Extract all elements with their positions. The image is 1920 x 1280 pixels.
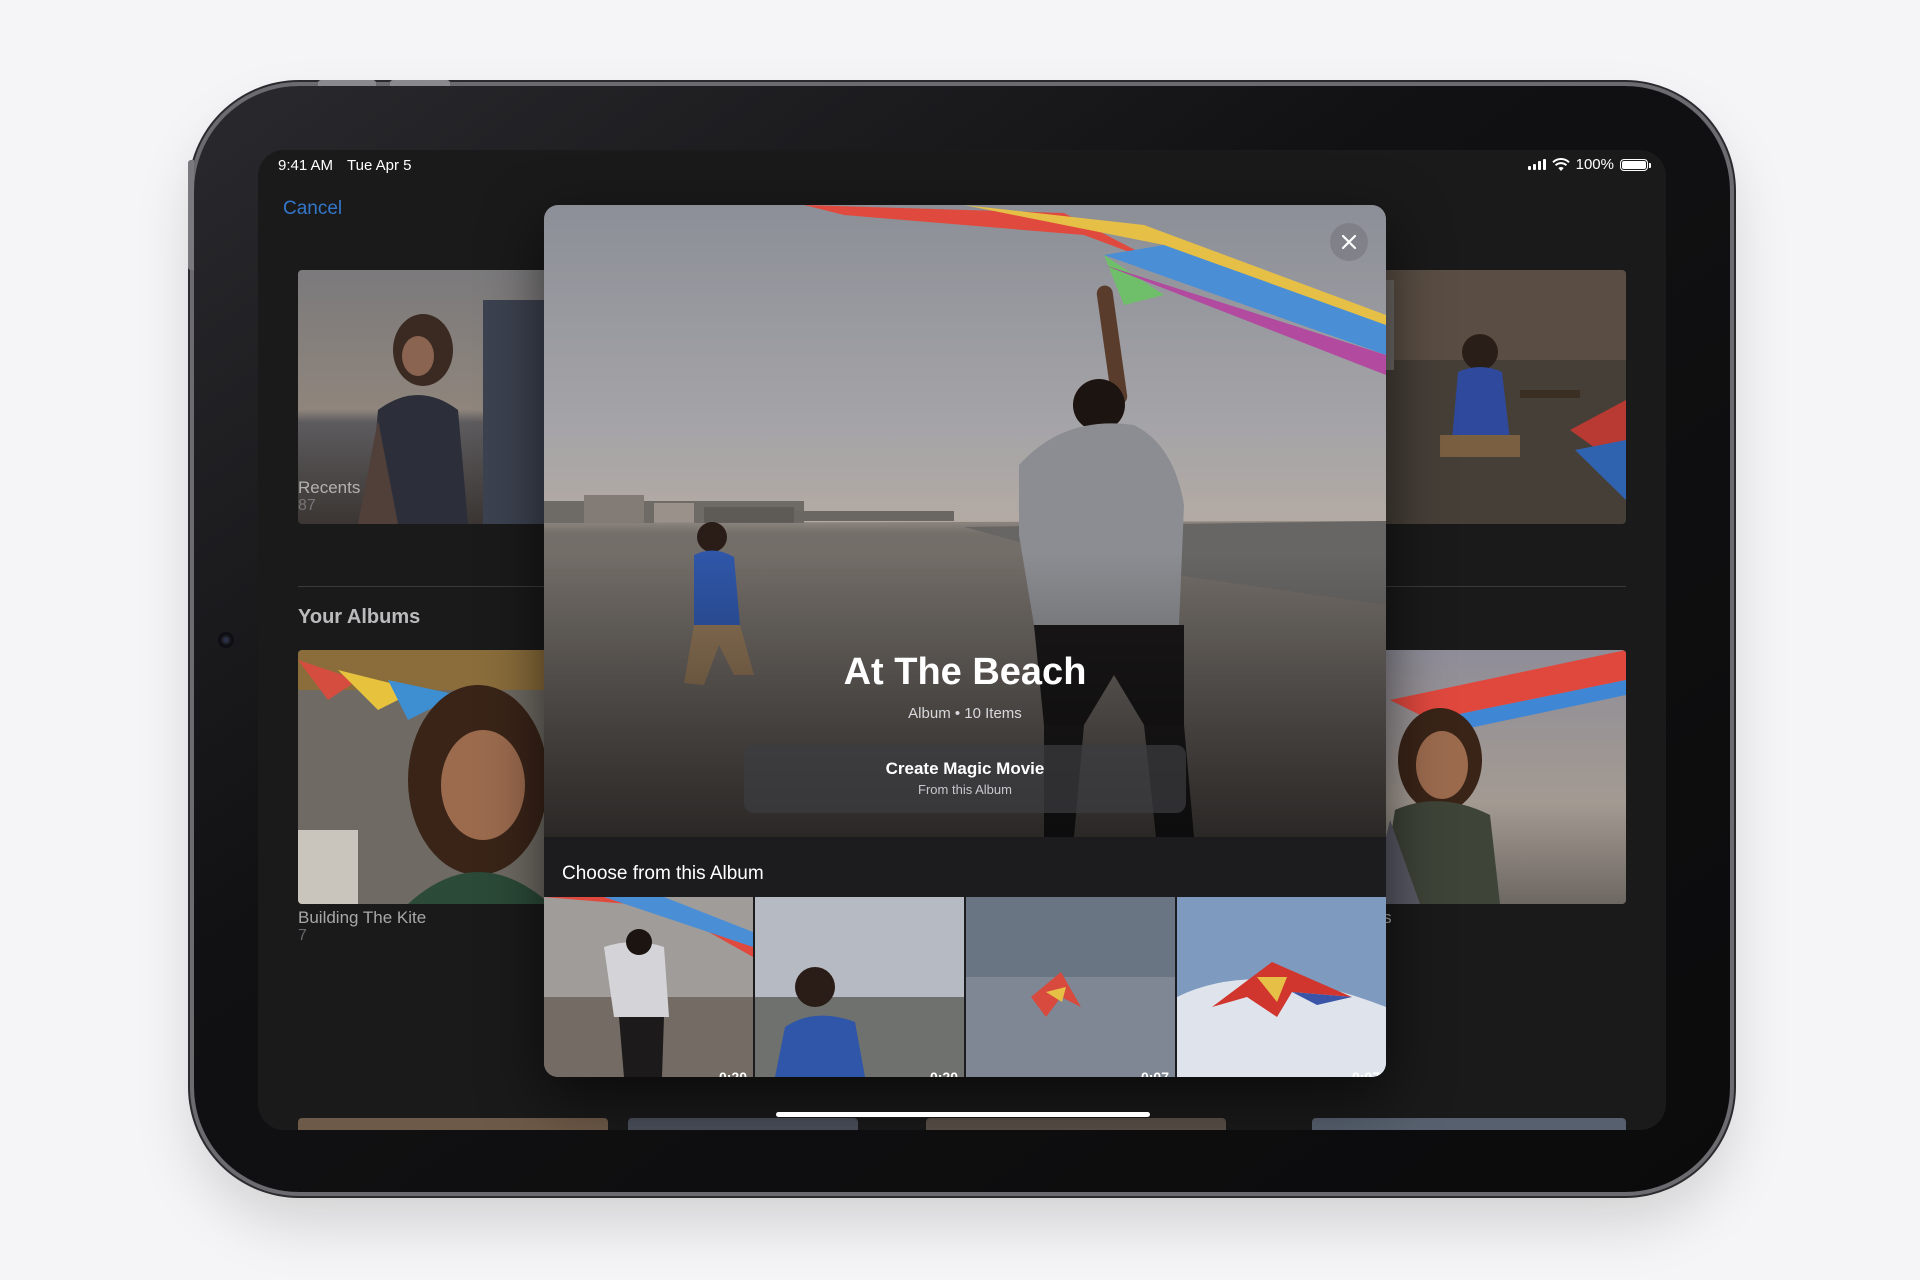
close-button[interactable] [1330, 223, 1368, 261]
album-label-building-the-kite: Building The Kite [298, 908, 427, 927]
video-thumbnail[interactable]: 0:07 [966, 897, 1175, 1077]
video-thumbnail[interactable]: 0:07 [1177, 897, 1386, 1077]
album-detail-sheet: At The Beach Album • 10 Items Create Mag… [544, 205, 1386, 1077]
recents-label: Recents [298, 478, 361, 497]
recents-count: 87 [298, 497, 316, 514]
album-thumbnail-peek[interactable] [1312, 1118, 1626, 1130]
video-duration: 0:20 [929, 1069, 958, 1077]
album-hero-image: At The Beach Album • 10 Items Create Mag… [544, 205, 1386, 837]
side-button [188, 160, 194, 270]
album-thumbnail-peek[interactable] [926, 1118, 1226, 1130]
home-indicator[interactable] [776, 1112, 1150, 1117]
album-thumbnail-peek[interactable] [298, 1118, 608, 1130]
top-button [318, 80, 376, 86]
choose-from-album-heading: Choose from this Album [562, 863, 764, 884]
album-title: At The Beach [843, 651, 1087, 693]
video-duration: 0:07 [1351, 1069, 1380, 1077]
album-thumbnail-building-the-kite[interactable] [298, 650, 550, 904]
cta-title: Create Magic Movie [885, 759, 1045, 778]
create-magic-movie-button[interactable]: Create Magic Movie From this Album [744, 745, 1186, 813]
video-duration: 0:07 [1140, 1069, 1169, 1077]
recents-right-thumbnail[interactable] [1370, 270, 1626, 524]
album-thumbnail-right[interactable] [1370, 650, 1626, 904]
screen: 9:41 AM Tue Apr 5 100% Cancel Recents 87… [258, 150, 1666, 1130]
album-subtitle: Album • 10 Items [908, 705, 1022, 722]
your-albums-heading: Your Albums [298, 606, 421, 628]
top-button [390, 80, 450, 86]
video-duration: 0:20 [718, 1069, 747, 1077]
album-thumbnail-strip: 0:20 0:20 0:07 0:07 [544, 897, 1386, 1077]
video-thumbnail[interactable]: 0:20 [544, 897, 753, 1077]
camera-icon [218, 632, 234, 648]
album-count-building-the-kite: 7 [298, 927, 307, 944]
cta-subtitle: From this Album [918, 782, 1012, 797]
album-thumbnail-peek[interactable] [628, 1118, 858, 1130]
video-thumbnail[interactable]: 0:20 [755, 897, 964, 1077]
xmark-icon [1341, 234, 1357, 250]
